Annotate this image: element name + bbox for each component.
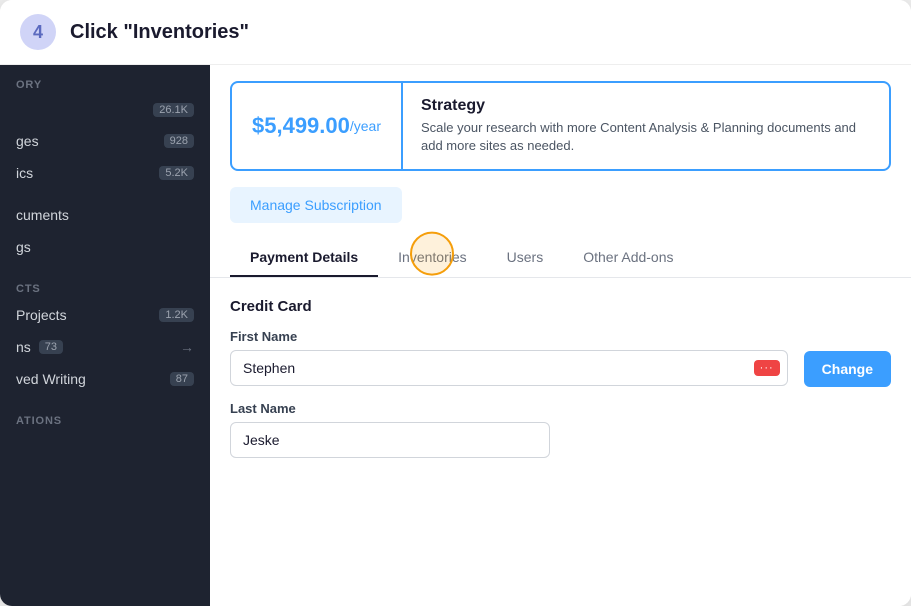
sidebar-section-ations: ATIONS: [0, 405, 210, 431]
instruction-text: Click "Inventories": [70, 21, 249, 44]
pricing-right: Strategy Scale your research with more C…: [403, 83, 889, 169]
tab-other-addons[interactable]: Other Add-ons: [563, 239, 693, 277]
sidebar-item-label-projects: Projects: [16, 307, 67, 323]
sidebar-item-gs[interactable]: gs: [0, 231, 210, 263]
sidebar-item-ns[interactable]: ns 73 →: [0, 331, 210, 363]
tab-payment-details-label: Payment Details: [250, 249, 358, 265]
sidebar-item-label-ns: ns: [16, 339, 31, 355]
arrow-icon-ns: →: [180, 339, 194, 355]
tab-inventories[interactable]: Inventories: [378, 239, 486, 277]
sidebar-badge-saved-writing: 87: [170, 372, 194, 386]
last-name-input[interactable]: [230, 422, 550, 458]
instruction-bar: 4 Click "Inventories": [0, 0, 911, 65]
tabs-bar: Payment Details Inventories Users Other …: [210, 239, 911, 278]
first-name-group: First Name ···: [230, 329, 788, 386]
last-name-group: Last Name: [230, 401, 550, 458]
sidebar-item-ges[interactable]: ges 928: [0, 125, 210, 157]
step-badge: 4: [20, 14, 56, 50]
sidebar-item-label-saved-writing: ved Writing: [16, 371, 86, 387]
content-area: $5,499.00 /year Strategy Scale your rese…: [210, 65, 911, 606]
sidebar-item-ics[interactable]: ics 5.2K: [0, 157, 210, 189]
sidebar-badge-ns: 73: [39, 340, 63, 354]
pricing-left: $5,499.00 /year: [232, 83, 403, 169]
sidebar-badge-ges: 928: [164, 134, 194, 148]
first-name-label: First Name: [230, 329, 788, 344]
tab-payment-details[interactable]: Payment Details: [230, 239, 378, 277]
price-amount: $5,499.00: [252, 113, 350, 139]
first-name-row: First Name ··· Change: [230, 329, 891, 387]
main-area: ORY 26.1K ges 928 ics 5.2K cuments gs CT…: [0, 65, 911, 606]
manage-subscription-button[interactable]: Manage Subscription: [230, 187, 402, 223]
sidebar-section-cts: CTS: [0, 273, 210, 299]
price-period: /year: [350, 118, 381, 134]
sidebar-item-label-gs: gs: [16, 239, 31, 255]
first-name-input-wrap: ···: [230, 350, 788, 386]
plan-name: Strategy: [421, 97, 871, 115]
change-button[interactable]: Change: [804, 351, 891, 387]
sidebar-item-label-ges: ges: [16, 133, 39, 149]
tab-inventories-label: Inventories: [398, 249, 466, 265]
pricing-card: $5,499.00 /year Strategy Scale your rese…: [230, 81, 891, 171]
first-name-input[interactable]: [230, 350, 788, 386]
sidebar-section-ory: ORY: [0, 69, 210, 95]
sidebar-item-projects[interactable]: Projects 1.2K: [0, 299, 210, 331]
tab-users-label: Users: [507, 249, 544, 265]
tab-users[interactable]: Users: [487, 239, 564, 277]
plan-desc: Scale your research with more Content An…: [421, 119, 871, 155]
last-name-label: Last Name: [230, 401, 550, 416]
first-name-dots-button[interactable]: ···: [754, 360, 780, 376]
sidebar-badge-projects: 1.2K: [159, 308, 194, 322]
sidebar-item-saved-writing[interactable]: ved Writing 87: [0, 363, 210, 395]
credit-card-title: Credit Card: [230, 298, 891, 315]
sidebar: ORY 26.1K ges 928 ics 5.2K cuments gs CT…: [0, 65, 210, 606]
last-name-input-wrap: [230, 422, 550, 458]
sidebar-item-label-documents: cuments: [16, 207, 69, 223]
form-section: Credit Card First Name ··· Change Last N…: [210, 298, 911, 458]
sidebar-item-26k[interactable]: 26.1K: [0, 95, 210, 125]
sidebar-item-documents[interactable]: cuments: [0, 199, 210, 231]
sidebar-item-label-ics: ics: [16, 165, 33, 181]
tab-other-addons-label: Other Add-ons: [583, 249, 673, 265]
last-name-row: Last Name: [230, 401, 891, 458]
sidebar-badge-ics: 5.2K: [159, 166, 194, 180]
manage-subscription-wrap: Manage Subscription: [210, 187, 911, 239]
sidebar-badge-26k: 26.1K: [153, 103, 194, 117]
main-window: 4 Click "Inventories" ORY 26.1K ges 928 …: [0, 0, 911, 606]
